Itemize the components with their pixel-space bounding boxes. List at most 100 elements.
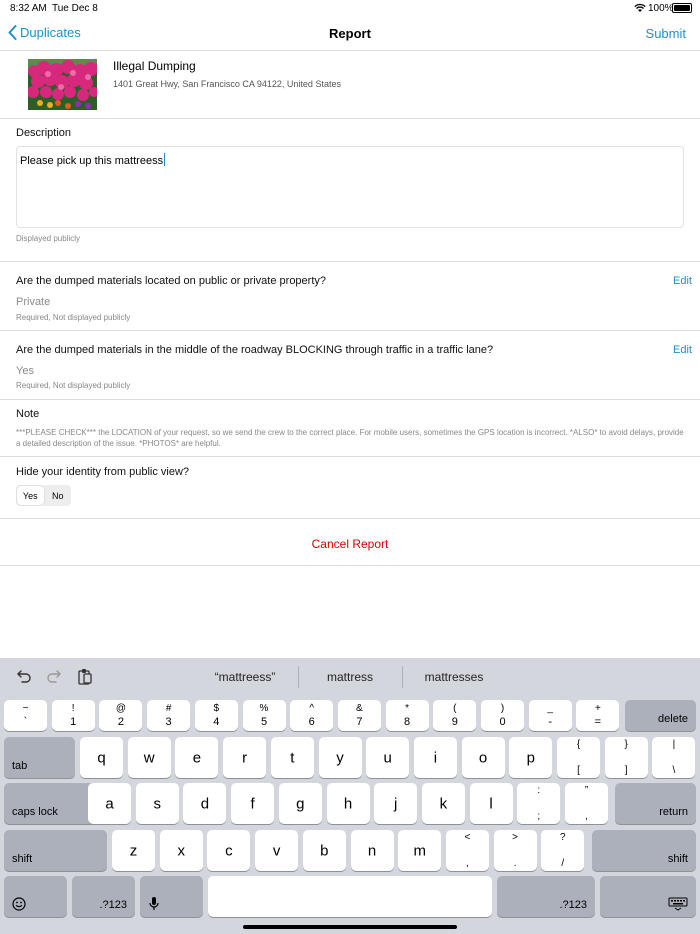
key-w[interactable]: w [127,737,171,778]
key-k[interactable]: k [421,783,465,824]
key-e[interactable]: e [175,737,219,778]
key-num-12[interactable]: + = [576,700,620,731]
report-photo[interactable] [28,59,97,110]
battery-percent: 100% [648,3,674,14]
key-g[interactable]: g [278,783,322,824]
key-h-label: h [343,795,353,812]
key-num-10[interactable]: ) 0 [481,700,524,731]
shift-right-key[interactable]: shift [592,830,696,871]
roadway-hint: Required, Not displayed publicly [16,381,131,390]
key-num-7[interactable]: & 7 [337,700,381,731]
identity-yes-option[interactable]: Yes [17,486,44,505]
key-q[interactable]: q [80,737,123,778]
key-num-3[interactable]: #3 [147,700,191,731]
key-p[interactable]: p [509,737,553,778]
key-d-label: d [200,795,210,812]
paste-icon[interactable] [77,668,93,690]
key-num-0[interactable]: ~ ` [4,700,47,731]
key-j[interactable]: j [374,783,418,824]
key-v[interactable]: v [255,830,299,871]
roadway-edit-button[interactable]: Edit [673,344,692,356]
key-l[interactable]: l [469,783,513,824]
key-z[interactable]: z [112,830,155,871]
key-f[interactable]: f [231,783,275,824]
key-num-3-top: # [165,703,172,714]
key-bracket-0[interactable]: {[ [557,737,600,778]
key-bracket-2[interactable]: | \ [652,737,696,778]
emoji-icon [12,897,26,911]
caps-lock-key-label: caps lock [12,806,58,818]
key-t-label: t [290,749,295,766]
key-num-11[interactable]: _ - [528,700,572,731]
key-symbol-2[interactable]: ? / [541,830,585,871]
key-t[interactable]: t [270,737,314,778]
key-m[interactable]: m [398,830,442,871]
tab-key[interactable]: tab [4,737,75,778]
dictation-key[interactable] [140,876,203,917]
suggestion-1[interactable]: “mattreess” [195,670,295,684]
page-title: Report [329,26,371,41]
key-symbol-2-top: ? [560,832,566,843]
property-edit-button[interactable]: Edit [673,275,692,287]
return-key[interactable]: return [615,783,696,824]
key-e-label: e [192,749,202,766]
key-num-3-bot: 3 [165,716,172,728]
property-question: Are the dumped materials located on publ… [16,275,327,287]
key-symbol-1[interactable]: >. [493,830,537,871]
key-b[interactable]: b [302,830,346,871]
key-h[interactable]: h [326,783,370,824]
key-symbol-0[interactable]: <, [445,830,489,871]
key-num-6[interactable]: ^ 6 [290,700,334,731]
numbers-key-left[interactable]: .?123 [72,876,135,917]
key-a[interactable]: a [88,783,131,824]
undo-icon[interactable] [16,668,32,689]
key-n[interactable]: n [350,830,394,871]
key-bracket-0-top: { [576,739,581,750]
property-answer: Private [16,296,51,308]
keyboard-suggestion-bar: “mattreess” mattress mattresses [0,658,700,696]
key-bracket-1-top: } [624,739,628,750]
key-i[interactable]: i [413,737,457,778]
key-num-8[interactable]: * 8 [385,700,429,731]
cancel-section: Cancel Report [0,519,700,566]
key-num-9[interactable]: (9 [433,700,477,731]
space-key[interactable] [208,876,492,917]
key-punct-0[interactable]: :; [517,783,561,824]
shift-left-key[interactable]: shift [4,830,107,871]
key-i-label: i [433,749,438,766]
key-num-5-top: % [259,703,269,714]
keyboard-dismiss-icon [668,897,688,911]
cancel-report-button[interactable]: Cancel Report [0,537,700,551]
numbers-key-right[interactable]: .?123 [497,876,595,917]
description-field[interactable]: Please pick up this mattreess [16,146,684,228]
delete-key[interactable]: delete [625,700,696,731]
suggestion-3[interactable]: mattresses [404,670,504,684]
key-num-9-top: ( [453,703,457,714]
property-hint: Required, Not displayed publicly [16,313,131,322]
key-bracket-1[interactable]: }] [604,737,648,778]
emoji-key[interactable] [4,876,67,917]
key-num-2[interactable]: @2 [99,700,143,731]
key-u[interactable]: u [366,737,410,778]
key-punct-0-top: : [537,785,541,796]
key-y[interactable]: y [318,737,362,778]
key-num-4[interactable]: $4 [194,700,238,731]
key-d[interactable]: d [183,783,227,824]
key-x[interactable]: x [159,830,203,871]
key-punct-1[interactable]: ”, [565,783,608,824]
key-o[interactable]: o [461,737,505,778]
submit-button[interactable]: Submit [646,26,686,41]
key-c[interactable]: c [207,830,251,871]
key-r[interactable]: r [223,737,267,778]
identity-no-option[interactable]: No [45,485,72,506]
identity-toggle[interactable]: Yes No [16,485,71,506]
suggestion-2[interactable]: mattress [300,670,400,684]
roadway-answer: Yes [16,365,34,377]
dismiss-keyboard-key[interactable] [600,876,696,917]
key-symbol-1-top: > [512,832,519,843]
key-s[interactable]: s [135,783,179,824]
key-num-5[interactable]: % 5 [242,700,286,731]
redo-icon[interactable] [46,668,62,689]
identity-section: Hide your identity from public view? Yes… [0,457,700,519]
key-num-1[interactable]: ! 1 [51,700,95,731]
